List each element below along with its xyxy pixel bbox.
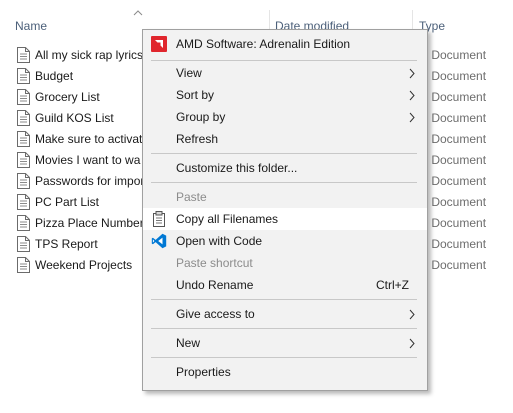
menu-item-new[interactable]: New	[143, 332, 427, 354]
file-name: PC Part List	[35, 195, 100, 209]
menu-item-refresh[interactable]: Refresh	[143, 128, 427, 150]
text-file-icon	[17, 131, 30, 147]
menu-item-copy-all-filenames[interactable]: Copy all Filenames	[143, 208, 427, 230]
menu-item-label: Properties	[176, 365, 231, 379]
keyboard-shortcut: Ctrl+Z	[376, 278, 409, 292]
menu-separator	[151, 60, 417, 61]
menu-item-label: New	[176, 336, 201, 350]
file-name: Passwords for impor	[35, 174, 145, 188]
menu-item-label: Group by	[176, 110, 226, 124]
context-menu: AMD Software: Adrenalin Edition View Sor…	[142, 29, 428, 391]
chevron-right-icon	[409, 112, 415, 123]
text-file-icon	[17, 257, 30, 273]
vscode-icon	[151, 233, 167, 249]
menu-item-open-with-code[interactable]: Open with Code	[143, 230, 427, 252]
menu-item-give-access-to[interactable]: Give access to	[143, 303, 427, 325]
amd-logo-icon	[151, 36, 167, 52]
file-name: Movies I want to wa	[35, 153, 141, 167]
chevron-right-icon	[409, 309, 415, 320]
menu-item-view[interactable]: View	[143, 62, 427, 84]
menu-item-label: View	[176, 66, 202, 80]
text-file-icon	[17, 152, 30, 168]
menu-item-label: Open with Code	[176, 234, 263, 248]
chevron-right-icon	[409, 68, 415, 79]
menu-item-customize-folder[interactable]: Customize this folder...	[143, 157, 427, 179]
menu-separator	[151, 182, 417, 183]
menu-item-label: Paste shortcut	[176, 256, 253, 270]
text-file-icon	[17, 194, 30, 210]
menu-item-label: Refresh	[176, 132, 219, 146]
menu-item-paste: Paste	[143, 186, 427, 208]
menu-item-label: Paste	[176, 190, 207, 204]
text-file-icon	[17, 215, 30, 231]
file-name: TPS Report	[35, 237, 98, 251]
menu-item-label: Give access to	[176, 307, 255, 321]
file-name: Pizza Place Numbers	[35, 216, 150, 230]
file-name: Weekend Projects	[35, 258, 133, 272]
text-file-icon	[17, 68, 30, 84]
file-name: Guild KOS List	[35, 111, 114, 125]
menu-item-group-by[interactable]: Group by	[143, 106, 427, 128]
menu-item-paste-shortcut: Paste shortcut	[143, 252, 427, 274]
chevron-right-icon	[409, 90, 415, 101]
menu-item-label: Copy all Filenames	[176, 212, 279, 226]
clipboard-icon	[153, 211, 165, 227]
chevron-right-icon	[409, 338, 415, 349]
file-name: Make sure to activat	[35, 132, 143, 146]
menu-item-label: Customize this folder...	[176, 161, 298, 175]
menu-item-label: Sort by	[176, 88, 215, 102]
menu-item-amd-software[interactable]: AMD Software: Adrenalin Edition	[143, 33, 427, 55]
menu-item-label: AMD Software: Adrenalin Edition	[176, 37, 351, 51]
name-column-header[interactable]: Name	[15, 19, 47, 33]
menu-item-sort-by[interactable]: Sort by	[143, 84, 427, 106]
text-file-icon	[17, 89, 30, 105]
file-name: All my sick rap lyrics	[35, 48, 144, 62]
menu-item-label: Undo Rename	[176, 278, 254, 292]
file-name: Grocery List	[35, 90, 100, 104]
file-name: Budget	[35, 69, 74, 83]
text-file-icon	[17, 47, 30, 63]
menu-item-undo-rename[interactable]: Undo Rename Ctrl+Z	[143, 274, 427, 296]
menu-separator	[151, 357, 417, 358]
menu-item-properties[interactable]: Properties	[143, 361, 427, 383]
text-file-icon	[17, 110, 30, 126]
menu-separator	[151, 153, 417, 154]
text-file-icon	[17, 236, 30, 252]
menu-separator	[151, 299, 417, 300]
text-file-icon	[17, 173, 30, 189]
menu-separator	[151, 328, 417, 329]
sort-up-arrow-icon[interactable]	[133, 9, 143, 17]
